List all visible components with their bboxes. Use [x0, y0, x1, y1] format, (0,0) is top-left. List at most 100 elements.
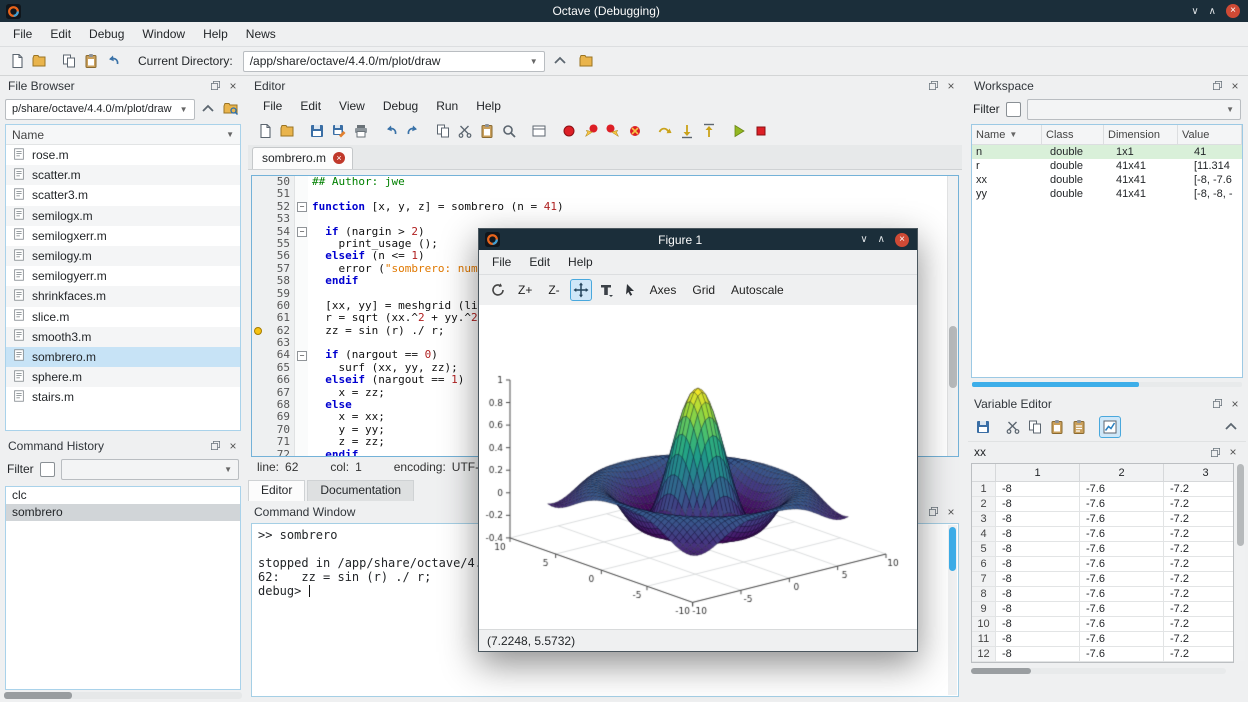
paste-icon[interactable] [477, 121, 497, 141]
workspace-row[interactable]: yydouble41x41[-8, -8, - [972, 187, 1242, 201]
history-item[interactable]: sombrero [6, 504, 240, 521]
find-files-icon[interactable] [222, 99, 240, 119]
bp-next-icon[interactable] [603, 121, 623, 141]
breakpoint-icon[interactable] [252, 325, 264, 337]
ve-column-header[interactable]: 3 [1164, 464, 1234, 482]
variable-editor-vertical-scrollbar[interactable] [1236, 463, 1245, 661]
menu-debug[interactable]: Debug [80, 25, 133, 43]
menu-run[interactable]: Run [427, 97, 467, 115]
print-icon[interactable] [351, 121, 371, 141]
directory-up-icon[interactable] [550, 51, 570, 71]
history-item[interactable]: clc [6, 487, 240, 504]
close-icon[interactable]: × [1226, 445, 1240, 459]
tab-sombrero[interactable]: sombrero.m × [252, 147, 353, 169]
window-close-icon[interactable]: × [1226, 4, 1240, 18]
workspace-column-header[interactable]: Dimension [1104, 125, 1178, 144]
window-maximize-icon[interactable]: ∧ [878, 234, 885, 245]
menu-window[interactable]: Window [133, 25, 194, 43]
file-item[interactable]: semilogy.m [6, 246, 240, 266]
variable-tab[interactable]: xx × [968, 441, 1246, 462]
close-icon[interactable]: × [944, 505, 958, 519]
undock-icon[interactable] [926, 79, 940, 93]
save-as-icon[interactable] [329, 121, 349, 141]
text-tool-icon[interactable] [596, 280, 616, 300]
undo-icon[interactable] [103, 51, 123, 71]
workspace-horizontal-scrollbar[interactable] [972, 382, 1242, 387]
step-out-icon[interactable] [699, 121, 719, 141]
file-item[interactable]: semilogyerr.m [6, 266, 240, 286]
grid-button[interactable]: Grid [685, 280, 722, 300]
browse-directory-icon[interactable] [576, 51, 596, 71]
cursor-icon[interactable] [620, 280, 640, 300]
history-filter-combobox[interactable]: ▼ [61, 459, 239, 480]
autoscale-button[interactable]: Autoscale [724, 280, 791, 300]
redo-icon[interactable] [403, 121, 423, 141]
ve-row[interactable]: 3-8-7.6-7.2 [972, 512, 1233, 527]
menu-file[interactable]: File [4, 25, 41, 43]
horizontal-scrollbar[interactable] [4, 692, 242, 699]
editor-vertical-scrollbar[interactable] [947, 176, 958, 456]
run-icon[interactable] [729, 121, 749, 141]
undock-icon[interactable] [208, 439, 222, 453]
window-shade-icon[interactable]: ∨ [860, 234, 867, 245]
menu-help[interactable]: Help [194, 25, 237, 43]
axes-button[interactable]: Axes [643, 280, 684, 300]
step-icon[interactable] [655, 121, 675, 141]
fold-marker-icon[interactable] [294, 226, 308, 238]
ve-row[interactable]: 9-8-7.6-7.2 [972, 602, 1233, 617]
menu-debug[interactable]: Debug [374, 97, 427, 115]
menu-file[interactable]: File [254, 97, 291, 115]
menu-news[interactable]: News [237, 25, 285, 43]
dock-tab-editor[interactable]: Editor [248, 480, 305, 501]
copy-icon[interactable] [59, 51, 79, 71]
file-item[interactable]: sphere.m [6, 367, 240, 387]
copy-icon[interactable] [433, 121, 453, 141]
filter-checkbox[interactable] [40, 462, 55, 477]
workspace-column-header[interactable]: Class [1042, 125, 1104, 144]
figure-window[interactable]: Figure 1 ∨ ∧ × FileEditHelp Z+ Z- Axes G… [478, 228, 918, 652]
current-directory-combobox[interactable]: /app/share/octave/4.4.0/m/plot/draw ▼ [243, 51, 545, 72]
ve-row[interactable]: 4-8-7.6-7.2 [972, 527, 1233, 542]
close-icon[interactable]: × [226, 79, 240, 93]
window-maximize-icon[interactable]: ∧ [1209, 6, 1216, 17]
close-icon[interactable]: × [226, 439, 240, 453]
paste-icon[interactable] [1047, 417, 1067, 437]
file-item[interactable]: slice.m [6, 307, 240, 327]
file-item[interactable]: smooth3.m [6, 327, 240, 347]
paste-alt-icon[interactable] [1069, 417, 1089, 437]
collapse-icon[interactable] [1221, 417, 1241, 437]
undock-icon[interactable] [1210, 397, 1224, 411]
undock-icon[interactable] [1208, 445, 1222, 459]
code-line[interactable]: 52function [x, y, z] = sombrero (n = 41) [252, 201, 958, 213]
tab-close-icon[interactable]: × [333, 152, 345, 164]
command-window-scrollbar[interactable] [948, 525, 957, 695]
code-line[interactable]: 50## Author: jwe [252, 176, 958, 188]
open-folder-icon[interactable] [29, 51, 49, 71]
open-folder-icon[interactable] [277, 121, 297, 141]
fold-marker-icon[interactable] [294, 201, 308, 213]
bp-prev-icon[interactable] [581, 121, 601, 141]
step-in-icon[interactable] [677, 121, 697, 141]
copy-icon[interactable] [1025, 417, 1045, 437]
stop-icon[interactable] [751, 121, 771, 141]
dock-tab-documentation[interactable]: Documentation [307, 480, 414, 501]
ve-row[interactable]: 2-8-7.6-7.2 [972, 497, 1233, 512]
workspace-row[interactable]: ndouble1x141 [972, 145, 1242, 159]
figure-canvas[interactable] [479, 305, 917, 629]
zoom-out-button[interactable]: Z- [541, 280, 566, 300]
fold-marker-icon[interactable] [294, 349, 308, 361]
workspace-row[interactable]: xxdouble41x41[-8, -7.6 [972, 173, 1242, 187]
file-item[interactable]: rose.m [6, 145, 240, 165]
window-titlebar[interactable]: Octave (Debugging) ∨ ∧ × [0, 0, 1248, 22]
menu-help[interactable]: Help [559, 253, 602, 271]
new-document-icon[interactable] [7, 51, 27, 71]
save-icon[interactable] [973, 417, 993, 437]
ve-column-header[interactable]: 2 [1080, 464, 1164, 482]
folder-up-icon[interactable] [199, 99, 217, 119]
bp-toggle-icon[interactable] [559, 121, 579, 141]
file-item[interactable]: sombrero.m [6, 347, 240, 367]
menu-edit[interactable]: Edit [41, 25, 80, 43]
close-icon[interactable]: × [1228, 79, 1242, 93]
menu-help[interactable]: Help [467, 97, 510, 115]
undock-icon[interactable] [926, 505, 940, 519]
